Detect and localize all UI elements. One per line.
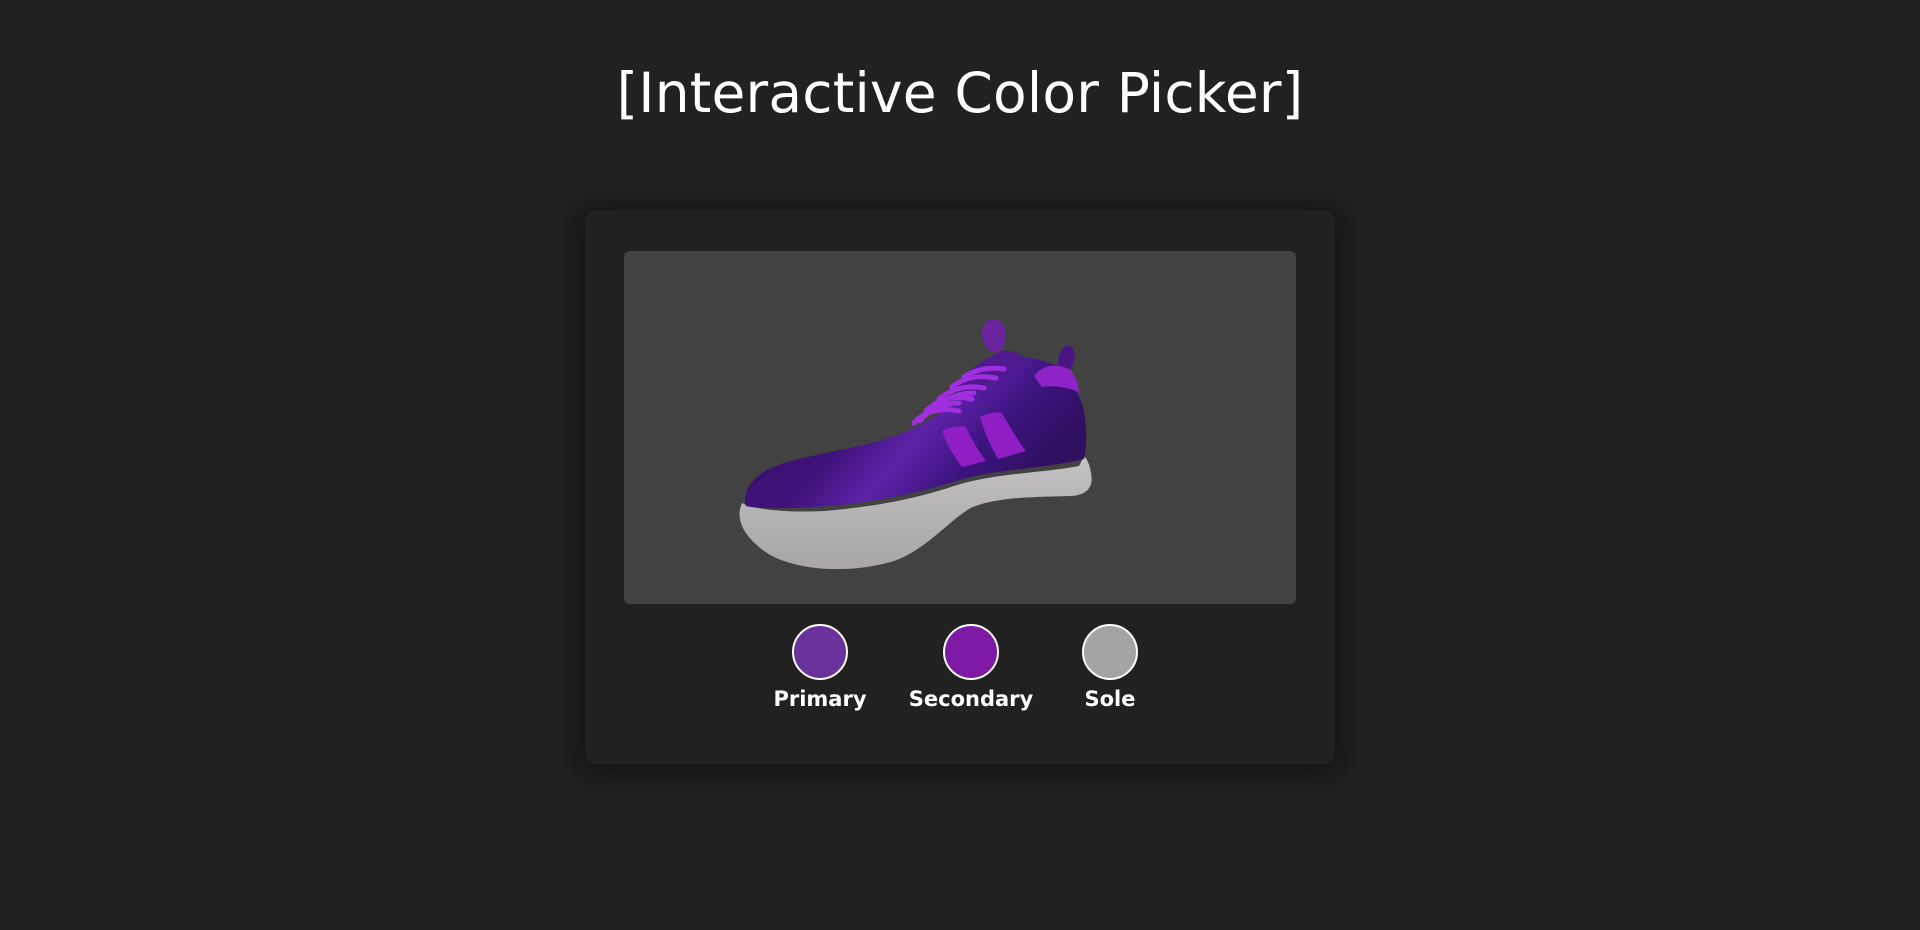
swatch-sole[interactable]: Sole <box>1040 624 1180 713</box>
secondary-color-circle[interactable] <box>943 624 999 680</box>
swatch-secondary[interactable]: Secondary <box>901 624 1041 713</box>
color-swatches: Primary Secondary Sole <box>585 624 1335 724</box>
primary-color-circle[interactable] <box>792 624 848 680</box>
primary-label: Primary <box>773 687 867 711</box>
page-title: [Interactive Color Picker] <box>616 61 1304 125</box>
swatch-primary[interactable]: Primary <box>750 624 890 713</box>
sole-label: Sole <box>1084 687 1136 711</box>
shoe-3d-viewer[interactable] <box>624 251 1296 604</box>
sneaker-model <box>739 319 1092 570</box>
secondary-label: Secondary <box>908 687 1034 711</box>
color-picker-card: Primary Secondary Sole <box>585 210 1335 764</box>
sole-color-circle[interactable] <box>1082 624 1138 680</box>
page: [Interactive Color Picker] Primary Secon… <box>0 0 1920 930</box>
